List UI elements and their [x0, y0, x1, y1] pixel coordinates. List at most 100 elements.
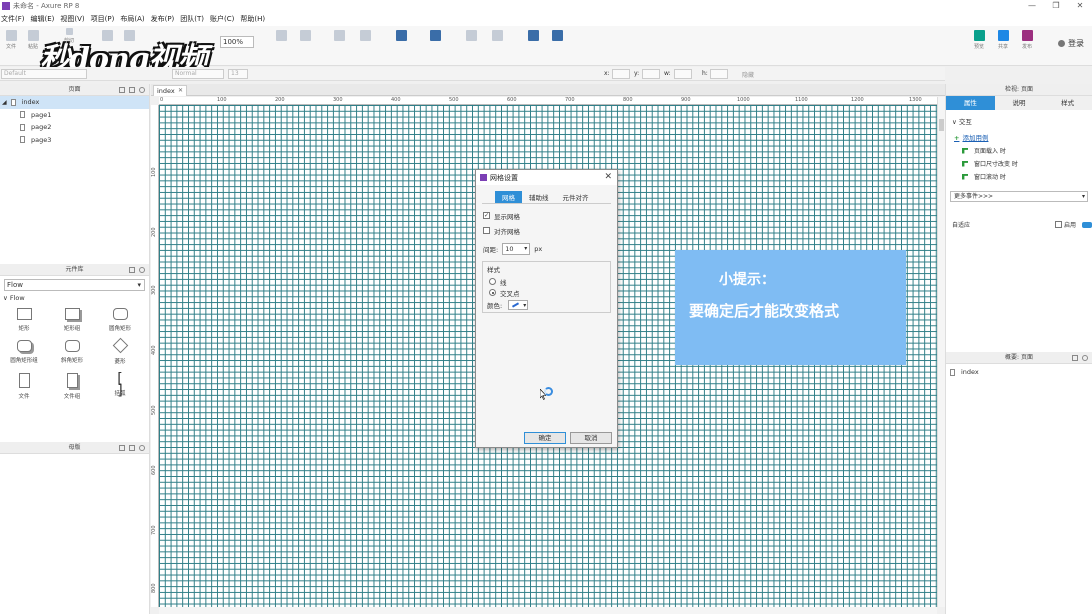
page-item-index[interactable]: ◢ index	[0, 96, 149, 109]
outline-item-index[interactable]: index	[950, 368, 1092, 376]
menu-help[interactable]: 帮助(H)	[240, 14, 265, 24]
event-window-resize[interactable]: 窗口尺寸改变 时	[962, 159, 1092, 168]
widget-bevel-rectangle[interactable]: 斜角矩形	[48, 340, 96, 365]
add-case-link[interactable]: + 添加用例	[954, 132, 1092, 142]
widget-diamond[interactable]: 菱形	[96, 337, 144, 365]
zoom-select[interactable]: 100%	[220, 36, 254, 48]
style-line-radio[interactable]	[489, 278, 496, 285]
style-select[interactable]: Default	[1, 69, 87, 79]
tab-properties[interactable]: 属性	[946, 96, 995, 110]
widget-rectangle-group[interactable]: 矩形组	[48, 308, 96, 332]
ungroup-button[interactable]	[354, 30, 376, 43]
distribute-button[interactable]	[424, 30, 446, 43]
align-button[interactable]	[390, 30, 412, 43]
menu-publish[interactable]: 发布(P)	[151, 14, 175, 24]
search-icon[interactable]	[139, 445, 145, 451]
menu-view[interactable]: 视图(V)	[60, 14, 84, 24]
minimize-button[interactable]: —	[1020, 0, 1044, 12]
w-input[interactable]	[674, 69, 692, 79]
bracket-icon: [ ]	[112, 372, 128, 398]
scroll-thumb[interactable]	[939, 119, 944, 131]
color-picker-button[interactable]	[508, 300, 529, 310]
widget-bracket[interactable]: [ ] 括弧	[96, 372, 144, 400]
event-page-load[interactable]: 页面载入 时	[962, 146, 1092, 155]
close-window-button[interactable]: ✕	[1068, 0, 1092, 12]
style-intersection-option[interactable]: 交叉点	[489, 287, 606, 298]
search-icon[interactable]	[139, 87, 145, 93]
menu-account[interactable]: 账户(C)	[210, 14, 234, 24]
filter-icon[interactable]	[1072, 355, 1078, 361]
y-input[interactable]	[642, 69, 660, 79]
right-panel-toggle[interactable]	[546, 30, 568, 43]
pen-icon	[512, 302, 520, 308]
cancel-button[interactable]: 取消	[570, 432, 612, 444]
widget-rounded-rectangle-group[interactable]: 圆角矩形组	[0, 340, 48, 365]
lock-button[interactable]	[460, 30, 482, 43]
page-item-page2[interactable]: page2	[0, 121, 149, 134]
tab-notes[interactable]: 说明	[994, 96, 1044, 110]
x-input[interactable]	[612, 69, 630, 79]
interactions-section[interactable]: ∨ 交互	[952, 116, 1092, 126]
canvas-vertical-scrollbar[interactable]	[937, 97, 945, 607]
more-events-select[interactable]: 更多事件>>>	[950, 191, 1088, 202]
rectangle-icon	[16, 308, 32, 320]
widget-rectangle[interactable]: 矩形	[0, 308, 48, 332]
unlock-button[interactable]	[486, 30, 508, 43]
publish-button[interactable]: 发布	[1016, 30, 1038, 50]
show-grid-option[interactable]: ✓ 显示网格	[483, 208, 611, 223]
snap-grid-checkbox[interactable]	[483, 227, 490, 234]
menu-arrange[interactable]: 布局(A)	[120, 14, 144, 24]
page-item-page3[interactable]: page3	[0, 134, 149, 147]
event-icon	[962, 147, 968, 154]
maximize-button[interactable]: ❐	[1044, 0, 1068, 12]
font-style-select[interactable]: Normal	[172, 69, 224, 79]
close-tab-icon[interactable]: ✕	[178, 86, 183, 96]
style-line-option[interactable]: 线	[489, 276, 606, 287]
align-icon	[395, 30, 407, 41]
search-icon[interactable]	[1082, 355, 1088, 361]
bottom-layer-button[interactable]	[294, 30, 316, 43]
canvas-horizontal-scrollbar[interactable]	[159, 607, 937, 614]
menu-edit[interactable]: 编辑(E)	[31, 14, 55, 24]
close-icon[interactable]: ✕	[604, 172, 612, 182]
page-item-page1[interactable]: page1	[0, 109, 149, 122]
top-layer-button[interactable]	[270, 30, 292, 43]
enable-adaptive-checkbox[interactable]	[1054, 221, 1062, 228]
h-input[interactable]	[710, 69, 728, 79]
share-button[interactable]: 共享	[992, 30, 1014, 50]
widget-rounded-rectangle[interactable]: 圆角矩形	[96, 308, 144, 332]
left-panel-toggle[interactable]	[522, 30, 544, 43]
preview-button[interactable]: 预览	[968, 30, 990, 50]
library-select[interactable]: Flow	[4, 279, 145, 291]
tab-object-snap[interactable]: 元件对齐	[556, 191, 596, 203]
menu-icon[interactable]	[129, 267, 135, 273]
widget-file-group[interactable]: 文件组	[48, 373, 96, 400]
tab-guides[interactable]: 辅助线	[522, 191, 556, 203]
menu-project[interactable]: 项目(P)	[91, 14, 115, 24]
login-button[interactable]: 登录	[1058, 38, 1084, 49]
tab-grid[interactable]: 网格	[495, 191, 522, 203]
add-folder-icon[interactable]	[129, 445, 135, 451]
ok-button[interactable]: 确定	[524, 432, 566, 444]
widget-file[interactable]: 文件	[0, 373, 48, 400]
add-folder-icon[interactable]	[129, 87, 135, 93]
style-intersection-radio[interactable]	[489, 289, 496, 296]
menu-file[interactable]: 文件(F)	[1, 14, 25, 24]
group-button[interactable]	[328, 30, 350, 43]
adaptive-views-icon[interactable]	[1082, 221, 1092, 228]
library-group-flow[interactable]: ∨ Flow	[3, 294, 149, 302]
search-icon[interactable]	[139, 267, 145, 273]
style-title: 样式	[487, 266, 500, 274]
add-page-icon[interactable]	[119, 87, 125, 93]
add-master-icon[interactable]	[119, 445, 125, 451]
file-button[interactable]: 文件	[0, 30, 22, 50]
snap-grid-option[interactable]: 对齐网格	[483, 223, 611, 238]
tab-style[interactable]: 样式	[1043, 96, 1092, 110]
menu-team[interactable]: 团队(T)	[180, 14, 204, 24]
tab-index[interactable]: index ✕	[153, 85, 187, 96]
spacing-input[interactable]: 10	[502, 243, 531, 255]
event-window-scroll[interactable]: 窗口滚动 时	[962, 172, 1092, 181]
tip-body: 要确定后才能改变格式	[689, 302, 840, 320]
show-grid-checkbox[interactable]: ✓	[483, 212, 490, 219]
font-size-select[interactable]: 13	[228, 69, 248, 79]
